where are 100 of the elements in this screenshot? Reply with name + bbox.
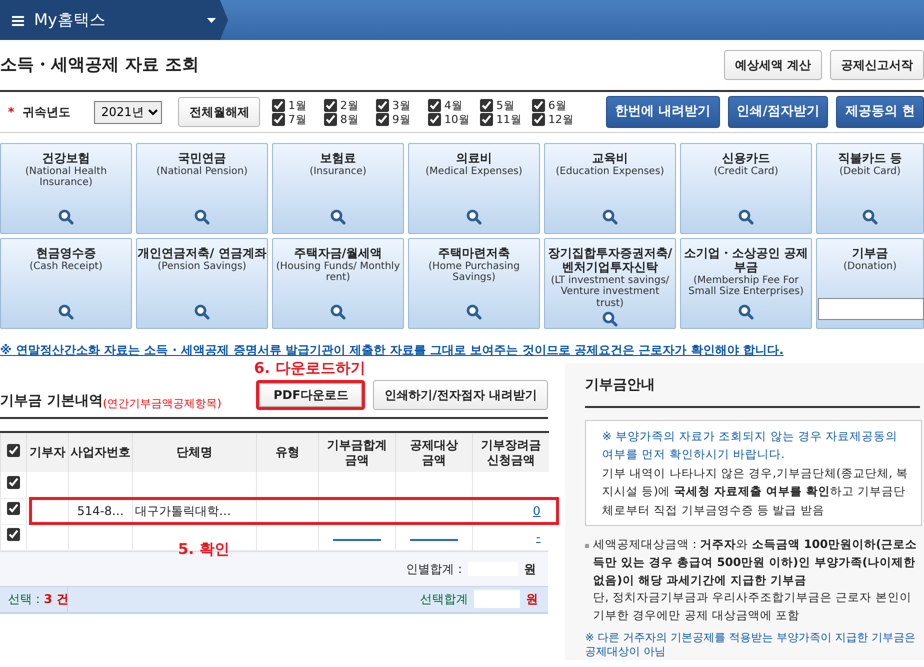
column-header: 기부장려금 신청금액 (480, 438, 542, 467)
search-icon[interactable] (602, 310, 618, 327)
category-tile[interactable]: 의료비 (Medical Expenses) (408, 143, 540, 234)
search-icon[interactable] (194, 208, 210, 225)
row-checkbox[interactable] (7, 502, 20, 515)
month-checkbox[interactable] (272, 98, 286, 112)
toolbar-button[interactable]: 예상세액 계산 (724, 50, 822, 80)
search-icon[interactable] (738, 208, 754, 225)
month-checkbox[interactable] (428, 112, 442, 126)
tile-title: 신용카드 (722, 152, 770, 166)
column-header: 기부자 (30, 445, 66, 460)
column-header: 사업자번호 (70, 445, 130, 460)
month-checkbox[interactable] (376, 98, 390, 112)
month-checkbox[interactable] (324, 98, 338, 112)
toolbar-button[interactable]: 공제신고서작 (830, 50, 924, 80)
month-label: 8월 (340, 114, 358, 124)
search-icon[interactable] (466, 208, 482, 225)
unit-label: 원 (524, 560, 536, 578)
footer-note: ※ 다른 거주자의 기본공제를 적용받는 부양가족이 지급한 기부금은 공제대상이 아님 (585, 631, 917, 660)
year-label: 귀속년도 (22, 104, 72, 121)
category-tile[interactable]: 교육비 (Education Expenses) (544, 143, 676, 234)
info-note: ※ 부양가족의 자료가 조회되지 않는 경우 자료제공동의 여부를 먼저 확인하시기 바랍니다. (602, 428, 899, 464)
month-checkbox[interactable] (272, 112, 286, 126)
tile-title: 직불카드 등 (838, 152, 902, 166)
month-label: 5월 (496, 100, 514, 110)
search-icon[interactable] (862, 208, 878, 225)
month-label: 10월 (444, 114, 470, 124)
caret-icon[interactable] (207, 18, 216, 24)
search-icon[interactable] (330, 304, 346, 320)
tile-subtitle: (Pension Savings) (158, 260, 246, 272)
tile-title: 국민연금 (178, 152, 226, 166)
amount-link[interactable]: 0 (532, 504, 540, 518)
month-checkbox[interactable] (480, 112, 494, 126)
download-button[interactable]: 인쇄하기/전자점자 내려받기 (373, 380, 548, 410)
menu-icon[interactable] (12, 16, 24, 26)
selection-count: 3 건 (44, 591, 68, 608)
tile-title: 의료비 (456, 152, 492, 166)
category-tile[interactable]: 건강보험 (National Health Insurance) (0, 143, 132, 234)
action-button[interactable]: 인쇄/점자받기 (728, 96, 828, 128)
search-icon[interactable] (602, 208, 618, 225)
month-label: 7월 (288, 114, 306, 124)
row-checkbox[interactable] (7, 476, 20, 489)
search-icon[interactable] (58, 304, 74, 320)
category-tile[interactable]: 장기집합투자증권저축/ 벤처기업투자신탁 (LT investment savings/ Venture investment trust) (544, 238, 676, 329)
search-icon[interactable] (194, 304, 210, 320)
category-tile[interactable]: 주택마련저축 (Home Purchasing Savings) (408, 238, 540, 329)
clear-months-button[interactable]: 전체월해제 (178, 97, 260, 127)
tile-title: 소기업・소상공인 공제부금 (682, 247, 810, 275)
table-cell: 대구가톨릭대학… (135, 504, 231, 518)
category-tile[interactable]: 신용카드 (Credit Card) (680, 143, 812, 234)
month-checkbox[interactable] (532, 112, 546, 126)
tile-title: 건강보험 (42, 152, 90, 166)
month-checkbox[interactable] (376, 112, 390, 126)
tile-subtitle: (LT investment savings/ Venture investment trust) (550, 274, 670, 310)
action-button[interactable]: 한번에 내려받기 (606, 96, 720, 128)
select-all-checkbox[interactable] (7, 444, 20, 458)
amount-link[interactable]: - (536, 530, 540, 544)
panel-title: 기부금안내 (585, 375, 920, 408)
tile-subtitle: (Housing Funds/ Monthly rent) (275, 260, 401, 284)
search-icon[interactable] (330, 208, 346, 225)
bullet-text: 세액공제대상금액 : 거주자와 소득금액 100만원이하(근로소득만 있는 경우 총급여 500만원 이하)인 부양가족(나이제한 없음)이 해당 과세기간에 지급한 기부금 (593, 536, 918, 589)
selection-total-label: 선택합계 (420, 591, 468, 608)
tile-subtitle: (Education Expenses) (556, 166, 664, 178)
annotation-label: 5. 확인 (178, 539, 230, 560)
month-checkbox[interactable] (324, 112, 338, 126)
column-header: 공제대상 금액 (409, 438, 459, 467)
category-tile[interactable]: 개인연금저축/ 연금계좌 (Pension Savings) (136, 238, 268, 329)
category-tile[interactable]: 기부금 (Donation) (816, 238, 924, 329)
input-field[interactable] (818, 298, 924, 320)
tile-title: 교육비 (592, 152, 628, 166)
search-icon[interactable] (738, 304, 754, 320)
action-button[interactable]: 제공동의 현 (836, 96, 924, 128)
month-label: 4월 (444, 100, 462, 110)
month-checkbox[interactable] (428, 98, 442, 112)
section-title: 기부금 기본내역 (0, 392, 103, 411)
search-icon[interactable] (58, 208, 74, 225)
month-label: 12월 (548, 114, 574, 124)
notice-link[interactable]: ※ 연말정산간소화 자료는 소득 · 세액공제 증명서류 발급기관이 제출한 자료를 그대로 보여주는 것이므로 공제요건은 근로자가 확인해야 합니다. (0, 341, 924, 359)
category-tile[interactable]: 직불카드 등 (Debit Card) (816, 143, 924, 234)
unit-label: 원 (526, 591, 538, 608)
menu-title[interactable]: My홈택스 (34, 8, 197, 32)
row-checkbox[interactable] (7, 528, 20, 541)
month-label: 1월 (288, 100, 306, 110)
tile-subtitle: (Home Purchasing Savings) (427, 260, 521, 284)
download-button[interactable]: PDF다운로드 (256, 380, 366, 410)
month-label: 11월 (496, 114, 522, 124)
tile-subtitle: (National Pension) (156, 166, 248, 178)
category-tile[interactable]: 현금영수증 (Cash Receipt) (0, 238, 132, 329)
bullet-icon (585, 544, 589, 548)
section-subtitle: (연간기부금액공제항목) (102, 396, 222, 412)
category-tile[interactable]: 주택자금/월세액 (Housing Funds/ Monthly rent) (272, 238, 404, 329)
year-select[interactable]: 2021년 (94, 100, 162, 124)
category-tile[interactable]: 소기업・소상공인 공제부금 (Membership Fee For Small Size Enterprises) (680, 238, 812, 329)
category-tile[interactable]: 보험료 (Insurance) (272, 143, 404, 234)
search-icon[interactable] (466, 304, 482, 320)
tile-subtitle: (Debit Card) (839, 166, 901, 178)
month-checkbox[interactable] (532, 98, 546, 112)
category-tile[interactable]: 국민연금 (National Pension) (136, 143, 268, 234)
month-checkbox[interactable] (480, 98, 494, 112)
annotation-label: 6. 다운로드하기 (254, 358, 366, 379)
